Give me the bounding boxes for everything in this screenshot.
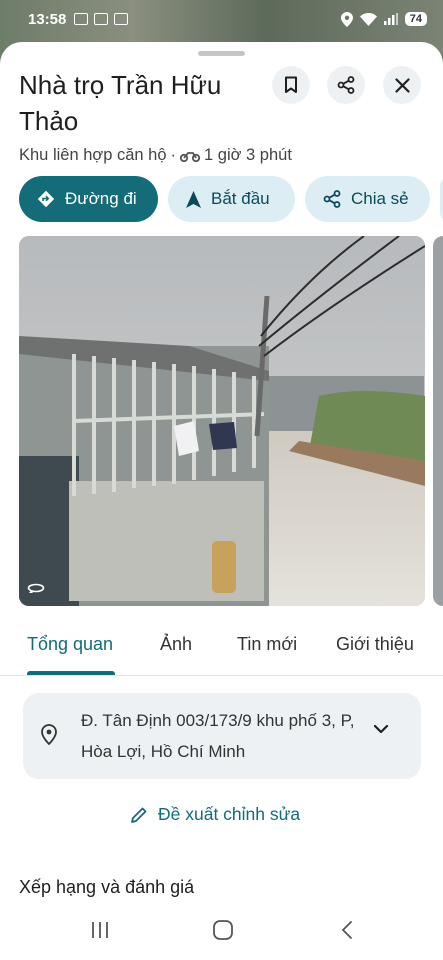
battery-indicator: 74 — [404, 12, 427, 26]
share-button[interactable] — [327, 66, 365, 104]
action-chips: Đường đi Bắt đầu Chia sẻ — [19, 176, 443, 222]
panorama-icon — [27, 583, 45, 593]
start-button[interactable]: Bắt đầu — [168, 176, 295, 222]
place-title: Nhà trọ Trần Hữu Thảo — [19, 70, 222, 136]
place-subtitle: Khu liên hợp căn hộ · 1 giờ 3 phút — [19, 146, 292, 165]
status-bar: 13:58 74 — [0, 0, 443, 38]
close-button[interactable] — [383, 66, 421, 104]
suggest-edit-button[interactable]: Đề xuất chỉnh sửa — [130, 804, 300, 825]
tab-updates[interactable]: Tin mới — [237, 634, 297, 655]
travel-time: 1 giờ 3 phút — [204, 146, 292, 164]
tab-overview[interactable]: Tổng quan — [27, 634, 113, 655]
share-chip-button[interactable]: Chia sẻ — [305, 176, 430, 222]
directions-label: Đường đi — [65, 189, 137, 208]
street-view-photo[interactable] — [19, 236, 425, 606]
bookmark-icon — [285, 76, 297, 93]
notification-icon — [74, 13, 89, 25]
location-pin-icon — [41, 724, 57, 745]
next-photo-partial[interactable] — [433, 236, 443, 606]
share-icon — [323, 190, 341, 208]
share-icon — [337, 76, 355, 94]
recent-apps-icon[interactable] — [90, 920, 110, 940]
tab-about[interactable]: Giới thiệu — [336, 634, 414, 655]
save-button[interactable] — [272, 66, 310, 104]
address-card[interactable]: Đ. Tân Định 003/173/9 khu phố 3, P, Hòa … — [23, 693, 421, 779]
directions-icon — [37, 190, 55, 208]
street-view-image — [19, 236, 425, 606]
drag-handle[interactable] — [198, 51, 245, 56]
share-chip-label: Chia sẻ — [351, 189, 409, 208]
suggest-edit-label: Đề xuất chỉnh sửa — [158, 804, 301, 824]
signal-icon — [383, 13, 398, 25]
notification-icon — [94, 13, 109, 25]
back-icon[interactable] — [340, 920, 354, 940]
pencil-icon — [131, 807, 147, 823]
tab-photos[interactable]: Ảnh — [160, 634, 192, 655]
close-icon — [394, 77, 410, 93]
directions-button[interactable]: Đường đi — [19, 176, 158, 222]
home-icon[interactable] — [212, 920, 234, 940]
location-icon — [340, 11, 353, 27]
navigation-arrow-icon — [186, 190, 201, 208]
screenshot-icon — [114, 13, 129, 25]
ratings-section-title: Xếp hạng và đánh giá — [19, 877, 195, 897]
start-label: Bắt đầu — [211, 189, 270, 208]
motorbike-icon — [180, 151, 201, 162]
status-time: 13:58 — [28, 10, 67, 28]
address-text: Đ. Tân Định 003/173/9 khu phố 3, P, Hòa … — [81, 711, 355, 761]
active-tab-indicator — [27, 671, 115, 675]
wifi-icon — [359, 12, 377, 26]
place-category: Khu liên hợp căn hộ — [19, 146, 167, 164]
separator-dot: · — [170, 146, 177, 164]
place-sheet: Nhà trọ Trần Hữu Thảo Khu liên hợp căn h… — [0, 42, 443, 960]
chevron-down-icon[interactable] — [373, 724, 389, 734]
notification-icons — [74, 13, 129, 25]
tab-bar: Tổng quan Ảnh Tin mới Giới thiệu — [0, 622, 443, 676]
system-navigation-bar — [0, 910, 443, 960]
